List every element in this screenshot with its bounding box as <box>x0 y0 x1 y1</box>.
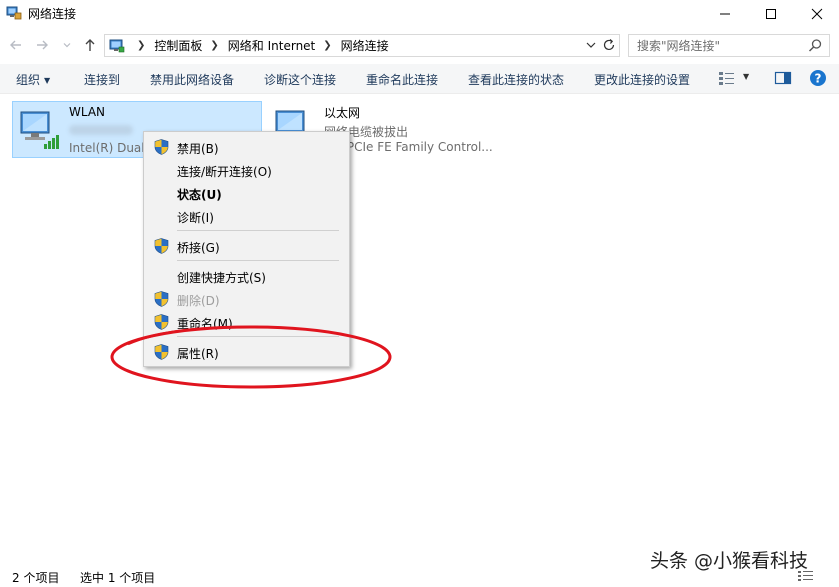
wireless-adapter-icon <box>20 111 59 149</box>
preview-pane-icon[interactable] <box>774 70 792 86</box>
address-bar[interactable]: ❯ 控制面板 ❯ 网络和 Internet ❯ 网络连接 <box>104 34 620 57</box>
command-bar: 组织 ▼ 连接到 禁用此网络设备 诊断这个连接 重命名此连接 查看此连接的状态 更… <box>0 64 839 94</box>
maximize-button[interactable] <box>748 0 794 28</box>
menu-item-label: 状态(U) <box>177 188 222 202</box>
connection-device: Intel(R) Dual <box>69 141 145 155</box>
connection-status-redacted <box>69 124 133 138</box>
rename-connection-button[interactable]: 重命名此连接 <box>366 71 438 88</box>
menu-item-bridge[interactable]: 桥接(G) <box>144 235 349 257</box>
connect-to-button[interactable]: 连接到 <box>84 71 120 88</box>
diagnose-connection-button[interactable]: 诊断这个连接 <box>264 71 336 88</box>
close-icon <box>811 8 823 20</box>
connection-name: WLAN <box>69 105 106 119</box>
selected-count: 选中 1 个项目 <box>80 571 156 585</box>
menu-item-label: 重命名(M) <box>177 317 233 331</box>
details-view-icon[interactable] <box>796 568 836 584</box>
menu-item-label: 创建快捷方式(S) <box>177 271 266 285</box>
refresh-icon[interactable] <box>601 37 617 53</box>
arrow-right-icon <box>37 40 48 50</box>
forward-button[interactable] <box>32 35 52 55</box>
breadcrumb-separator-icon: ❯ <box>137 40 146 51</box>
menu-item-disable[interactable]: 禁用(B) <box>144 136 349 158</box>
change-settings-button[interactable]: 更改此连接的设置 <box>594 71 690 88</box>
menu-item-properties[interactable]: 属性(R) <box>144 341 349 363</box>
view-status-button[interactable]: 查看此连接的状态 <box>468 71 564 88</box>
menu-item-connect-disconnect[interactable]: 连接/断开连接(O) <box>144 159 349 181</box>
uac-shield-icon <box>154 291 169 307</box>
uac-shield-icon <box>154 238 169 254</box>
minimize-icon <box>720 13 730 15</box>
breadcrumb-control-panel[interactable]: 控制面板 <box>154 37 202 54</box>
context-menu: 禁用(B) 连接/断开连接(O) 状态(U) 诊断(I) 桥接(G) 创建快捷方… <box>143 131 350 367</box>
caret-down-icon: ▼ <box>44 76 51 85</box>
breadcrumb-network-connections[interactable]: 网络连接 <box>341 37 389 54</box>
menu-item-status[interactable]: 状态(U) <box>144 182 349 204</box>
menu-item-create-shortcut[interactable]: 创建快捷方式(S) <box>144 265 349 287</box>
watermark: 头条 @小猴看科技 <box>650 550 809 572</box>
network-connections-icon <box>6 6 22 20</box>
menu-separator <box>177 230 339 231</box>
breadcrumb-separator-icon[interactable]: ❯ <box>323 40 331 51</box>
maximize-icon <box>766 9 776 19</box>
change-view-icon[interactable] <box>718 70 736 86</box>
chevron-down-icon <box>63 43 71 48</box>
minimize-button[interactable] <box>702 0 748 28</box>
title-bar: 网络连接 <box>0 0 839 28</box>
menu-separator <box>177 260 339 261</box>
redacted-ssid <box>69 125 133 135</box>
window-title: 网络连接 <box>28 7 77 21</box>
menu-item-diagnose[interactable]: 诊断(I) <box>144 205 349 227</box>
menu-item-label: 删除(D) <box>177 294 220 308</box>
breadcrumb-network-internet[interactable]: 网络和 Internet <box>228 37 315 54</box>
control-panel-icon <box>109 39 125 53</box>
svg-text:?: ? <box>815 72 822 86</box>
menu-item-label: 诊断(I) <box>177 211 214 225</box>
uac-shield-icon <box>154 139 169 155</box>
organize-label: 组织 <box>16 73 41 87</box>
uac-shield-icon <box>154 314 169 330</box>
menu-item-label: 桥接(G) <box>177 241 220 255</box>
search-box <box>628 34 830 57</box>
recent-locations-button[interactable] <box>60 35 74 55</box>
breadcrumb-separator-icon[interactable]: ❯ <box>210 40 218 51</box>
search-icon[interactable] <box>808 38 823 53</box>
up-button[interactable] <box>80 35 100 55</box>
menu-item-label: 禁用(B) <box>177 142 219 156</box>
close-button[interactable] <box>794 0 839 28</box>
uac-shield-icon <box>154 344 169 360</box>
help-icon[interactable]: ? <box>809 69 827 87</box>
organize-button[interactable]: 组织 ▼ <box>16 71 50 88</box>
search-input[interactable] <box>629 35 799 56</box>
navigation-bar: ❯ 控制面板 ❯ 网络和 Internet ❯ 网络连接 <box>0 31 839 59</box>
menu-item-delete: 删除(D) <box>144 288 349 310</box>
arrow-left-icon <box>10 40 21 50</box>
disable-device-button[interactable]: 禁用此网络设备 <box>150 71 234 88</box>
menu-separator <box>177 336 339 337</box>
address-history-dropdown-icon[interactable] <box>583 37 599 53</box>
item-count: 2 个项目 <box>12 571 60 585</box>
breadcrumb: ❯ 控制面板 ❯ 网络和 Internet ❯ 网络连接 <box>129 35 389 56</box>
connection-name: 以太网 <box>324 106 361 120</box>
view-options-caret-icon[interactable]: ▼ <box>743 72 749 81</box>
back-button[interactable] <box>6 35 26 55</box>
menu-item-rename[interactable]: 重命名(M) <box>144 311 349 333</box>
arrow-up-icon <box>85 39 95 51</box>
menu-item-label: 连接/断开连接(O) <box>177 165 272 179</box>
menu-item-label: 属性(R) <box>177 347 219 361</box>
